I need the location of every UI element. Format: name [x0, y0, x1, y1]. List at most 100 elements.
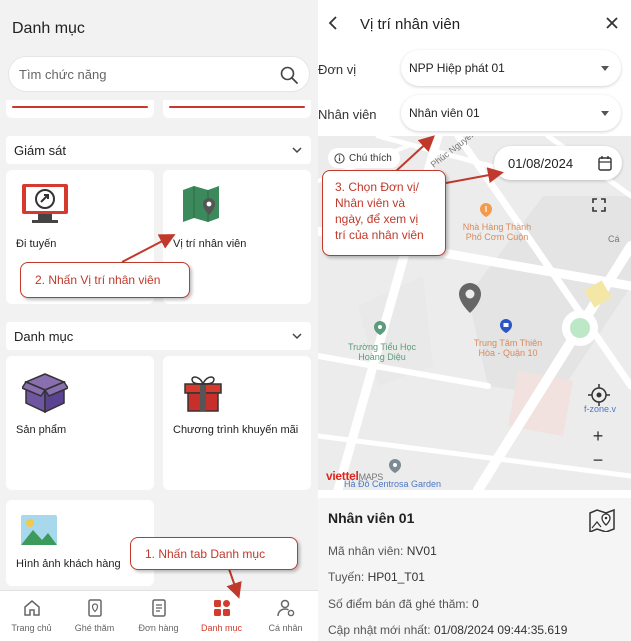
search-input[interactable]: Tìm chức năng: [8, 56, 310, 92]
section-label: Danh mục: [14, 329, 74, 344]
map-poi-label: Trường Tiểu Học Hoàng Diệu: [332, 342, 432, 362]
brand-name: viettel: [326, 469, 359, 483]
map-poi-label: Trung Tâm Thiên Hòa - Quận 10: [458, 338, 558, 358]
school-icon: [374, 321, 386, 335]
profile-settings-icon: [277, 599, 295, 617]
map-poi-label: Nhà Hàng Thành Phố Cơm Cuộn: [452, 222, 542, 242]
callout-step-3: 3. Chọn Đơn vị/ Nhân viên và ngày, để xe…: [322, 170, 446, 256]
staff-select[interactable]: Nhân viên 01: [401, 95, 621, 131]
route-map-icon[interactable]: [589, 508, 615, 532]
staff-info-card: Nhân viên 01 Mã nhân viên: NV01 Tuyến: H…: [318, 498, 631, 641]
map-poi-line: Trường Tiểu Học: [347, 342, 417, 352]
callout-step-1: 1. Nhấn tab Danh mục: [130, 537, 298, 570]
staff-select-value: Nhân viên 01: [409, 106, 480, 120]
zoom-out-button[interactable]: −: [590, 450, 606, 471]
card-label: Vị trí nhân viên: [173, 238, 247, 250]
garden-pin-icon: [389, 459, 401, 473]
nav-profile[interactable]: Cá nhân: [254, 591, 317, 641]
map-location-icon: [183, 186, 219, 222]
map-poi-line: Hòa - Quận 10: [478, 348, 538, 358]
viettel-maps-logo: viettelMAPS: [326, 469, 383, 483]
search-icon[interactable]: [279, 65, 299, 85]
back-arrow-icon[interactable]: [326, 15, 340, 31]
product-box-icon: [22, 373, 68, 414]
visited-row: Số điểm bán đã ghé thăm: 0: [328, 597, 479, 611]
nav-label: Ghé thăm: [74, 623, 115, 633]
visit-icon: [88, 599, 102, 617]
staff-location-panel: Vị trí nhân viên Đơn vị NPP Hiệp phát 01…: [318, 0, 631, 641]
caret-down-icon: [601, 111, 609, 116]
nav-catalog[interactable]: Danh mục: [190, 591, 253, 641]
calendar-icon: [598, 156, 612, 171]
brand-suffix: MAPS: [358, 472, 384, 482]
card-products[interactable]: Sản phẩm: [6, 356, 154, 490]
nav-label: Đơn hàng: [138, 623, 179, 633]
map-poi-line: Trung Tâm Thiên: [473, 338, 543, 348]
page-title: Vị trí nhân viên: [360, 16, 461, 33]
caret-down-icon: [601, 66, 609, 71]
map-poi-line: Hoàng Diệu: [358, 352, 406, 362]
updated-row: Cập nhật mới nhất: 01/08/2024 09:44:35.6…: [328, 623, 567, 637]
nav-visit[interactable]: Ghé thăm: [63, 591, 126, 641]
section-label: Giám sát: [14, 143, 67, 158]
restaurant-icon: [480, 203, 492, 217]
unit-select[interactable]: NPP Hiệp phát 01: [401, 50, 621, 86]
card-label: Hình ảnh khách hàng: [16, 558, 121, 570]
locate-icon[interactable]: [588, 384, 610, 406]
legend-label: Chú thích: [349, 152, 392, 164]
gift-icon: [184, 376, 222, 412]
card-promotions[interactable]: Chương trình khuyến mãi: [163, 356, 311, 490]
nav-label: Cá nhân: [268, 623, 303, 633]
map-poi-line: Phố Cơm Cuộn: [465, 232, 529, 242]
bottom-nav: Trang chủ Ghé thăm Đơn hàng Danh mục Cá …: [0, 590, 318, 641]
order-icon: [152, 599, 166, 617]
zoom-in-button[interactable]: +: [590, 426, 606, 447]
card-label: Chương trình khuyến mãi: [173, 424, 299, 436]
home-icon: [24, 600, 40, 616]
staff-code-label: Mã nhân viên:: [328, 544, 404, 558]
nav-home[interactable]: Trang chủ: [0, 591, 63, 641]
image-icon: [21, 515, 57, 545]
nav-orders[interactable]: Đơn hàng: [127, 591, 190, 641]
card-label: Sản phẩm: [16, 424, 67, 436]
staff-name: Nhân viên 01: [328, 510, 415, 526]
updated-value: 01/08/2024 09:44:35.619: [433, 623, 568, 637]
callout-text: 3. Chọn Đơn vị/: [335, 180, 419, 194]
section-header-catalog[interactable]: Danh mục: [6, 322, 311, 350]
mall-icon: [500, 319, 512, 333]
unit-select-value: NPP Hiệp phát 01: [409, 61, 505, 75]
fullscreen-icon[interactable]: [592, 198, 606, 212]
visited-label: Số điểm bán đã ghé thăm:: [328, 597, 469, 611]
callout-step-2: 2. Nhấn Vị trí nhân viên: [20, 262, 190, 298]
close-icon[interactable]: [605, 16, 619, 30]
staff-code-row: Mã nhân viên: NV01: [328, 544, 437, 558]
map-poi-label: Cá: [608, 234, 620, 244]
staff-location-pin-icon[interactable]: [458, 282, 482, 314]
callout-text: 2. Nhấn Vị trí nhân viên: [35, 273, 161, 287]
map-poi-line: Nhà Hàng Thành: [462, 222, 532, 232]
screen: Danh mục Tìm chức năng Giám sát Đi tuyến…: [0, 0, 631, 641]
staff-label: Nhân viên: [318, 107, 377, 122]
date-picker[interactable]: 01/08/2024: [494, 146, 622, 180]
search-placeholder: Tìm chức năng: [19, 67, 107, 82]
chevron-down-icon: [292, 147, 302, 154]
chevron-down-icon: [292, 333, 302, 340]
section-header-monitor[interactable]: Giám sát: [6, 136, 311, 164]
callout-text: 1. Nhấn tab Danh mục: [145, 547, 266, 561]
legend-button[interactable]: Chú thích: [328, 148, 400, 168]
card-label: Đi tuyến: [16, 238, 57, 250]
callout-text: Nhân viên và: [335, 196, 406, 210]
updated-label: Cập nhật mới nhất:: [328, 623, 431, 637]
visited-value: 0: [472, 597, 479, 611]
nav-label: Trang chủ: [11, 623, 52, 633]
page-title: Danh mục: [12, 20, 85, 37]
staff-code: NV01: [406, 544, 437, 558]
date-value: 01/08/2024: [508, 156, 574, 171]
route-monitor-icon: [22, 184, 68, 223]
nav-label: Danh mục: [200, 623, 243, 633]
map-poi-label: f-zone.v: [584, 404, 617, 414]
catalog-icon: [214, 600, 230, 616]
route-row: Tuyến: HP01_T01: [328, 570, 425, 584]
callout-text: trí của nhân viên: [335, 228, 424, 242]
scrolled-card-stub: [163, 100, 311, 118]
